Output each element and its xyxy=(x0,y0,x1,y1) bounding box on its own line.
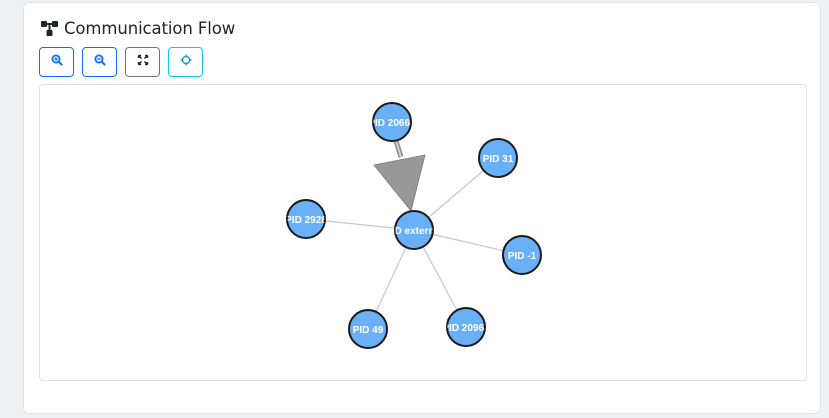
expand-icon xyxy=(137,53,149,71)
zoom-out-icon xyxy=(94,53,106,71)
node-label: PID 2928 xyxy=(285,215,327,226)
edge-20664-external xyxy=(373,140,426,212)
panel-title: Communication Flow xyxy=(64,18,236,38)
node-label: PID 20964 xyxy=(442,323,490,334)
network-graph-canvas[interactable]: PID 20664 PID 31 PID 2928 PID external P… xyxy=(39,84,807,381)
graph-node-pid-31[interactable]: PID 31 xyxy=(478,138,518,178)
graph-node-pid-external[interactable]: PID external xyxy=(385,210,443,250)
fit-to-screen-button[interactable] xyxy=(125,47,160,77)
panel-header: Communication Flow xyxy=(40,17,235,39)
graph-node-pid-20664[interactable]: PID 20664 xyxy=(368,102,416,142)
zoom-out-button[interactable] xyxy=(82,47,117,77)
graph-node-pid-20964[interactable]: PID 20964 xyxy=(442,307,490,347)
sitemap-icon xyxy=(40,19,60,37)
node-label: PID 31 xyxy=(483,154,514,165)
center-graph-button[interactable] xyxy=(168,47,203,77)
graph-node-pid-minus-1[interactable]: PID -1 xyxy=(502,235,542,275)
graph-toolbar xyxy=(39,47,211,77)
communication-flow-card: Communication Flow PID 20664 PID 31 PID … xyxy=(23,2,821,414)
crosshairs-icon xyxy=(180,53,192,71)
graph-node-pid-2928[interactable]: PID 2928 xyxy=(285,199,327,239)
node-label: PID 49 xyxy=(353,325,384,336)
graph-node-pid-49[interactable]: PID 49 xyxy=(348,309,388,349)
zoom-in-button[interactable] xyxy=(39,47,74,77)
node-label: PID -1 xyxy=(508,251,537,262)
edge-arrowhead xyxy=(373,154,426,212)
zoom-in-icon xyxy=(51,53,63,71)
node-label: PID 20664 xyxy=(368,118,416,129)
network-graph[interactable]: PID 20664 PID 31 PID 2928 PID external P… xyxy=(40,85,807,381)
